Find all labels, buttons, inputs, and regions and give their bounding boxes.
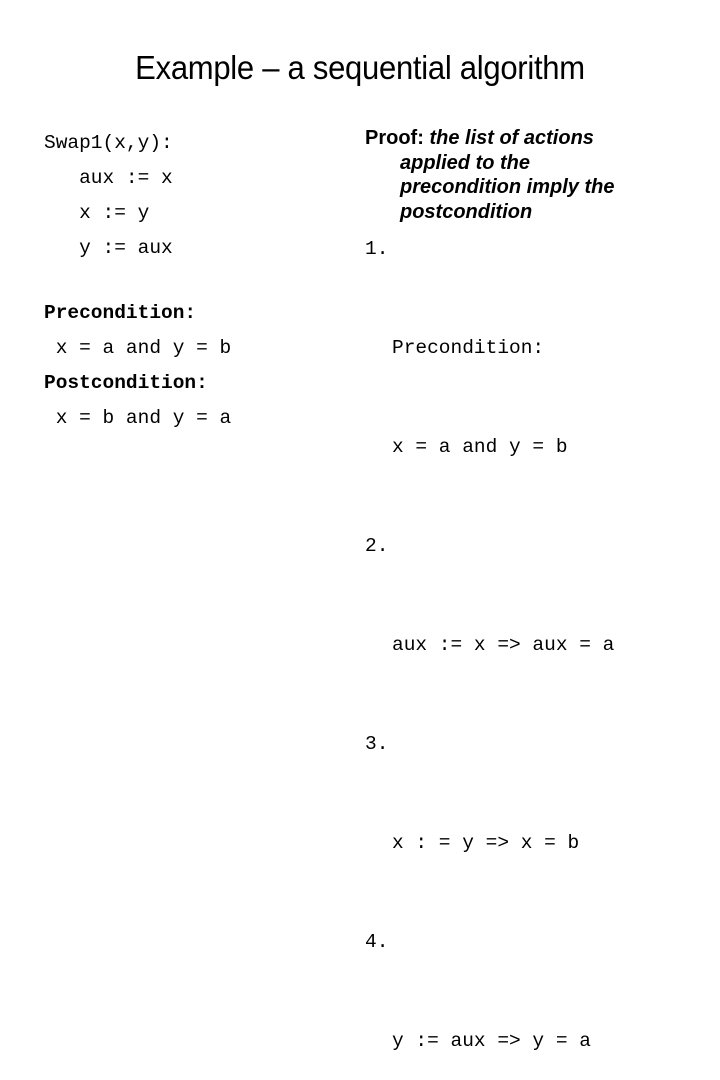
proof-step: 4. y := aux => y = a [365,926,695,1080]
step-number: 1. [365,238,389,260]
proof-label: Proof: [365,127,424,149]
algorithm-code-block: Swap1(x,y): aux := x x := y y := aux [44,126,344,266]
algorithm-signature: Swap1(x,y): [44,132,173,154]
proof-heading: Proof: the list of actions applied to th… [365,126,695,224]
proof-step-list: 1. Precondition: x = a and y = b 2. aux … [365,233,695,1080]
page-title: Example – a sequential algorithm [135,49,585,86]
proof-description-line-4: postcondition [400,200,533,223]
proof-description-line-2: applied to the [400,151,530,174]
algorithm-column: Swap1(x,y): aux := x x := y y := aux Pre… [44,126,344,436]
proof-step: 1. Precondition: x = a and y = b [365,233,695,530]
step-number: 4. [365,931,389,953]
proof-step: 2. aux := x => aux = a [365,530,695,728]
step-text: aux := x => aux = a [392,634,615,656]
step-number: 2. [365,535,389,557]
algorithm-statement-2: x := y [44,202,150,224]
column-spacer [44,266,344,296]
postcondition-heading: Postcondition: [44,372,208,394]
step-text: x : = y => x = b [392,832,580,854]
step-number: 3. [365,733,389,755]
postcondition-expression: x = b and y = a [44,407,232,429]
precondition-expression: x = a and y = b [44,337,232,359]
slide-canvas: Example – a sequential algorithm Swap1(x… [0,0,720,1052]
step-text: y := aux => y = a [392,1030,591,1052]
condition-block: Precondition: x = a and y = b Postcondit… [44,296,344,436]
proof-description-line-1: the list of actions [429,127,594,149]
algorithm-statement-3: y := aux [44,237,173,259]
proof-step: 3. x : = y => x = b [365,728,695,926]
slide-body: Swap1(x,y): aux := x x := y y := aux Pre… [0,126,720,1052]
algorithm-statement-1: aux := x [44,167,173,189]
proof-description-line-3: precondition imply the [400,176,615,198]
precondition-heading: Precondition: [44,302,197,324]
step-text: Precondition: [392,337,545,359]
proof-column: Proof: the list of actions applied to th… [365,126,695,1080]
step-continuation: x = a and y = b [392,436,568,458]
